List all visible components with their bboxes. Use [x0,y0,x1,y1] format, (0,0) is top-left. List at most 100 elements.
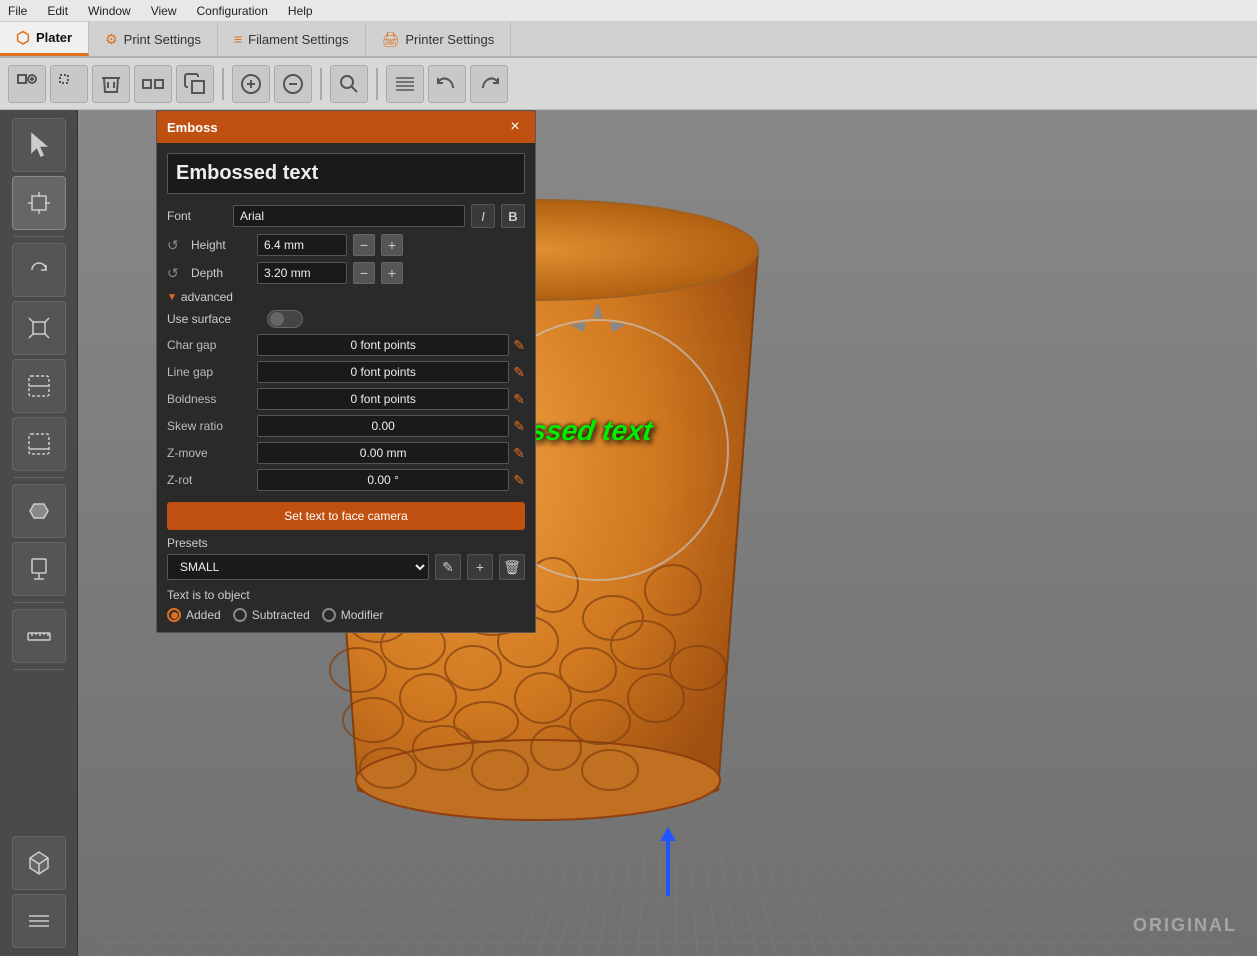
tool-layers[interactable] [12,894,66,948]
z-move-input[interactable] [257,442,509,464]
preset-delete-btn[interactable]: 🗑 [499,554,525,580]
skew-ratio-edit-btn[interactable]: ✎ [513,418,525,435]
panel-body: Font I B ↺ Height − + ↺ Depth [157,143,535,632]
preset-edit-btn[interactable]: ✎ [435,554,461,580]
tab-printer-settings[interactable]: 🖨 Printer Settings [366,22,512,56]
boldness-label: Boldness [167,392,257,406]
main-area: Embossed text ORIGINAL Emboss × Font [0,110,1257,956]
tab-print-settings[interactable]: ⚙ Print Settings [89,22,218,56]
depth-increment-btn[interactable]: + [381,262,403,284]
skew-ratio-label: Skew ratio [167,419,257,433]
menu-help[interactable]: Help [284,2,317,20]
z-rot-edit-btn[interactable]: ✎ [513,472,525,489]
radio-subtracted-label: Subtracted [252,608,310,622]
tool-support[interactable] [12,542,66,596]
char-gap-row: Char gap ✎ [167,334,525,356]
tool-rotate[interactable] [12,243,66,297]
delete-btn[interactable] [92,65,130,103]
line-gap-input[interactable] [257,361,509,383]
advanced-triangle-icon: ▼ [167,292,177,303]
radio-subtracted[interactable]: Subtracted [233,608,310,622]
toolbar-sep-2 [320,68,322,100]
line-gap-label: Line gap [167,365,257,379]
z-rot-row: Z-rot ✎ [167,469,525,491]
use-surface-label: Use surface [167,312,267,326]
presets-label: Presets [167,536,525,550]
depth-reset-btn[interactable]: ↺ [167,265,185,282]
tool-move[interactable] [12,176,66,230]
menu-view[interactable]: View [147,2,181,20]
tab-filament-settings[interactable]: ≡ Filament Settings [218,22,366,56]
close-button[interactable]: × [505,117,525,137]
tool-view-cube[interactable] [12,836,66,890]
advanced-section-header[interactable]: ▼ advanced [167,290,525,304]
char-gap-edit-btn[interactable]: ✎ [513,337,525,354]
blue-arrow-head [660,827,676,841]
char-gap-input[interactable] [257,334,509,356]
font-row: Font I B [167,204,525,228]
height-reset-btn[interactable]: ↺ [167,237,185,254]
add-part-btn[interactable] [232,65,270,103]
remove-part-btn[interactable] [274,65,312,103]
tool-measure[interactable] [12,417,66,471]
print-settings-icon: ⚙ [105,31,118,48]
z-rot-input-container: ✎ [257,469,525,491]
presets-row: SMALL ✎ + 🗑 [167,554,525,580]
depth-input[interactable] [257,262,347,284]
boldness-row: Boldness ✎ [167,388,525,410]
tool-fill[interactable] [12,484,66,538]
original-watermark: ORIGINAL [1133,915,1237,936]
tabbar: ⬡ Plater ⚙ Print Settings ≡ Filament Set… [0,22,1257,58]
toolbar-sep-3 [376,68,378,100]
depth-decrement-btn[interactable]: − [353,262,375,284]
menu-window[interactable]: Window [84,2,135,20]
copy-btn[interactable] [176,65,214,103]
height-input[interactable] [257,234,347,256]
radio-added-circle [167,608,181,622]
blue-arrow-shaft [666,841,670,896]
arrange-btn[interactable] [134,65,172,103]
canvas-area[interactable]: Embossed text ORIGINAL Emboss × Font [78,110,1257,956]
tool-sep-1 [14,236,64,237]
filament-settings-icon: ≡ [234,31,242,47]
search-btn[interactable] [330,65,368,103]
text-is-to-object-label: Text is to object [167,588,525,602]
char-gap-label: Char gap [167,338,257,352]
undo-btn[interactable] [428,65,466,103]
preset-select[interactable]: SMALL [167,554,429,580]
menu-file[interactable]: File [4,2,31,20]
tab-plater[interactable]: ⬡ Plater [0,22,89,56]
depth-row: ↺ Depth − + [167,262,525,284]
preset-add-btn[interactable]: + [467,554,493,580]
tool-ruler[interactable] [12,609,66,663]
italic-btn[interactable]: I [471,204,495,228]
menu-edit[interactable]: Edit [43,2,72,20]
add-object-btn[interactable] [8,65,46,103]
use-surface-row: Use surface [167,310,525,328]
radio-modifier[interactable]: Modifier [322,608,384,622]
boldness-input[interactable] [257,388,509,410]
radio-modifier-circle [322,608,336,622]
radio-added[interactable]: Added [167,608,221,622]
tool-select[interactable] [12,118,66,172]
select-btn[interactable] [50,65,88,103]
embossed-text-input[interactable] [167,153,525,194]
skew-ratio-input[interactable] [257,415,509,437]
menu-configuration[interactable]: Configuration [193,2,272,20]
redo-btn[interactable] [470,65,508,103]
z-rot-input[interactable] [257,469,509,491]
use-surface-toggle[interactable] [267,310,303,328]
height-decrement-btn[interactable]: − [353,234,375,256]
z-move-edit-btn[interactable]: ✎ [513,445,525,462]
height-increment-btn[interactable]: + [381,234,403,256]
grid-btn[interactable] [386,65,424,103]
line-gap-edit-btn[interactable]: ✎ [513,364,525,381]
height-row: ↺ Height − + [167,234,525,256]
boldness-edit-btn[interactable]: ✎ [513,391,525,408]
tool-cut[interactable] [12,359,66,413]
radio-row: Added Subtracted Modifier [167,608,525,622]
tool-scale[interactable] [12,301,66,355]
face-camera-button[interactable]: Set text to face camera [167,502,525,530]
bold-btn[interactable]: B [501,204,525,228]
font-input[interactable] [233,205,465,227]
